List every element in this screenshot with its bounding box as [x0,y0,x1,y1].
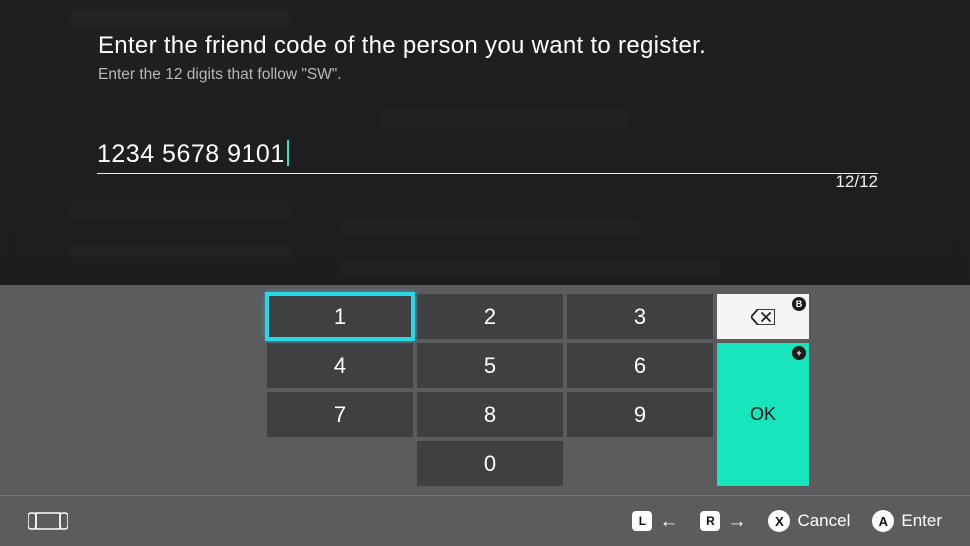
page-subtitle: Enter the 12 digits that follow "SW". [98,66,930,84]
badge-b-icon: B [792,297,806,311]
key-4[interactable]: 4 [267,343,413,388]
hint-cancel[interactable]: X Cancel [768,510,850,532]
key-3[interactable]: 3 [567,294,713,339]
key-ok[interactable]: OK + [717,343,809,486]
key-9[interactable]: 9 [567,392,713,437]
key-8[interactable]: 8 [417,392,563,437]
key-5[interactable]: 5 [417,343,563,388]
key-7[interactable]: 7 [267,392,413,437]
key-6[interactable]: 6 [567,343,713,388]
x-button-icon: X [768,510,790,532]
key-1[interactable]: 1 [267,294,413,339]
ok-label: OK [750,404,776,425]
backspace-icon [751,309,775,325]
cancel-label: Cancel [797,511,850,531]
l-button-icon: L [632,511,652,531]
badge-plus-icon: + [792,346,806,360]
page-title: Enter the friend code of the person you … [98,32,930,60]
arrow-right-icon: → [727,512,746,531]
numeric-keypad: 1 2 3 B 4 5 6 OK + 7 8 9 0 [267,294,809,486]
hint-l-left: L ← [632,511,678,531]
friend-code-value: 1234 5678 9101 [97,140,285,169]
a-button-icon: A [872,510,894,532]
char-counter: 12/12 [835,172,878,192]
hint-r-right: R → [700,511,746,531]
hint-enter[interactable]: A Enter [872,510,942,532]
friend-code-input[interactable]: 1234 5678 9101 12/12 [97,136,878,174]
arrow-left-icon: ← [659,512,678,531]
enter-label: Enter [901,511,942,531]
bottom-hint-bar: L ← R → X Cancel A Enter [0,495,970,546]
r-button-icon: R [700,511,720,531]
key-backspace[interactable]: B [717,294,809,339]
controller-icon [28,511,68,531]
text-caret [287,140,289,166]
key-2[interactable]: 2 [417,294,563,339]
key-0[interactable]: 0 [417,441,563,486]
